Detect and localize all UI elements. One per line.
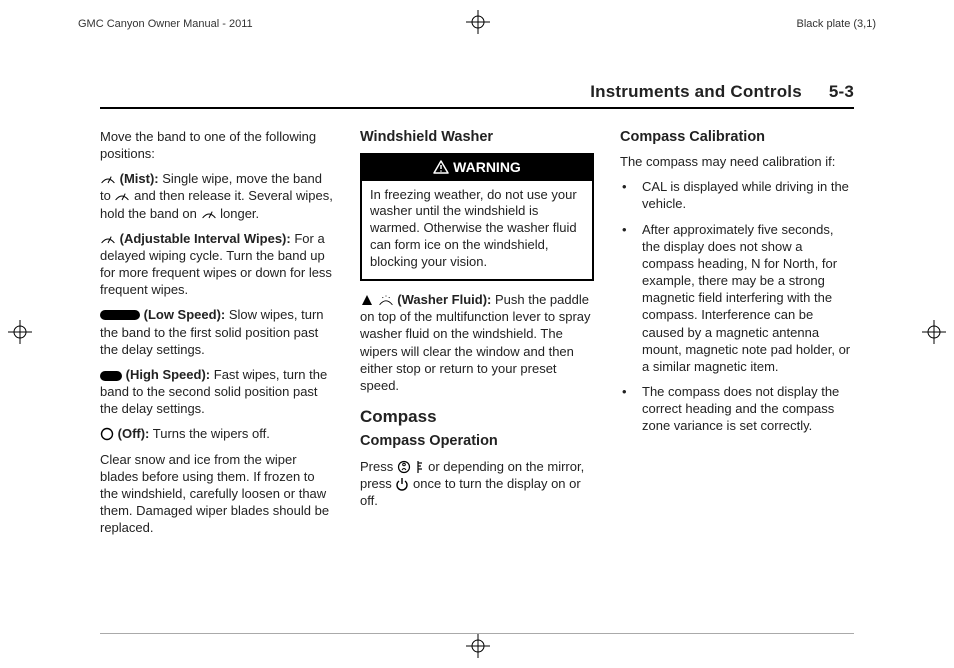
column-1: Move the band to one of the following po… bbox=[100, 128, 334, 618]
warning-bar: WARNING bbox=[362, 155, 592, 180]
warning-title: WARNING bbox=[453, 159, 521, 175]
header-left: GMC Canyon Owner Manual - 2011 bbox=[78, 18, 253, 30]
column-3: Compass Calibration The compass may need… bbox=[620, 128, 854, 618]
rule-top bbox=[100, 107, 854, 109]
washer-fluid-paragraph: (Washer Fluid): Push the paddle on top o… bbox=[360, 291, 594, 394]
cal-bullet-2: After approximately five seconds, the di… bbox=[620, 221, 854, 375]
register-mark-right bbox=[922, 320, 946, 344]
warning-triangle-icon bbox=[433, 160, 449, 174]
mist-text-b: and then release it. Several wipes, hold… bbox=[100, 188, 333, 220]
mist-text-c: longer. bbox=[220, 206, 259, 221]
low-paragraph: (Low Speed): Slow wipes, turn the band t… bbox=[100, 306, 334, 357]
col1-tail: Clear snow and ice from the wiper blades… bbox=[100, 451, 334, 537]
warning-body: In freezing weather, do not use your was… bbox=[362, 181, 592, 279]
op-text-c: once to turn the display on or off. bbox=[360, 476, 581, 508]
high-speed-bar-icon bbox=[100, 370, 122, 382]
section-title: Instruments and Controls bbox=[590, 82, 802, 101]
wiper-icon bbox=[100, 232, 116, 246]
register-mark-left bbox=[8, 320, 32, 344]
high-paragraph: (High Speed): Fast wipes, turn the band … bbox=[100, 366, 334, 417]
adj-paragraph: (Adjustable Interval Wipes): For a delay… bbox=[100, 230, 334, 299]
page: GMC Canyon Owner Manual - 2011 Black pla… bbox=[0, 0, 954, 668]
print-header: GMC Canyon Owner Manual - 2011 Black pla… bbox=[78, 18, 876, 30]
fluid-label: (Washer Fluid): bbox=[397, 292, 491, 307]
high-label: (High Speed): bbox=[126, 367, 211, 382]
rule-bottom bbox=[100, 633, 854, 634]
low-speed-bar-icon bbox=[100, 309, 140, 321]
off-paragraph: (Off): Turns the wipers off. bbox=[100, 425, 334, 442]
heading-compass: Compass bbox=[360, 406, 594, 428]
wiper-icon bbox=[114, 189, 130, 203]
compass-operation-paragraph: Press or depending on the mirror, press bbox=[360, 458, 594, 509]
off-circle-icon bbox=[100, 427, 114, 441]
register-mark-bottom bbox=[466, 634, 490, 658]
running-head: Instruments and Controls 5-3 bbox=[100, 82, 854, 102]
cal-intro: The compass may need calibration if: bbox=[620, 153, 854, 170]
header-right: Black plate (3,1) bbox=[797, 18, 876, 30]
temperature-icon bbox=[414, 460, 424, 474]
power-icon bbox=[395, 477, 409, 491]
heading-windshield-washer: Windshield Washer bbox=[360, 128, 594, 147]
calibration-list: CAL is displayed while driving in the ve… bbox=[620, 178, 854, 434]
col1-intro: Move the band to one of the following po… bbox=[100, 128, 334, 162]
cal-bullet-1: CAL is displayed while driving in the ve… bbox=[620, 178, 854, 212]
adj-label: (Adjustable Interval Wipes): bbox=[120, 231, 291, 246]
fluid-text: Push the paddle on top of the multifunct… bbox=[360, 292, 591, 393]
page-number: 5-3 bbox=[829, 82, 854, 101]
wiper-icon bbox=[201, 207, 217, 221]
wiper-icon bbox=[100, 172, 116, 186]
onstar-button-icon bbox=[397, 460, 411, 474]
op-text-a: Press bbox=[360, 459, 393, 474]
mist-label: (Mist): bbox=[120, 171, 159, 186]
off-text: Turns the wipers off. bbox=[153, 426, 270, 441]
heading-compass-calibration: Compass Calibration bbox=[620, 128, 854, 147]
warning-box: WARNING In freezing weather, do not use … bbox=[360, 153, 594, 281]
off-label: (Off): bbox=[118, 426, 150, 441]
body-columns: Move the band to one of the following po… bbox=[100, 128, 854, 618]
washer-spray-icon bbox=[378, 293, 394, 307]
heading-compass-operation: Compass Operation bbox=[360, 432, 594, 451]
up-arrow-icon bbox=[360, 293, 374, 307]
column-2: Windshield Washer WARNING In freezing we… bbox=[360, 128, 594, 618]
cal-bullet-3: The compass does not display the correct… bbox=[620, 383, 854, 434]
low-label: (Low Speed): bbox=[144, 307, 226, 322]
mist-paragraph: (Mist): Single wipe, move the band to an… bbox=[100, 170, 334, 221]
